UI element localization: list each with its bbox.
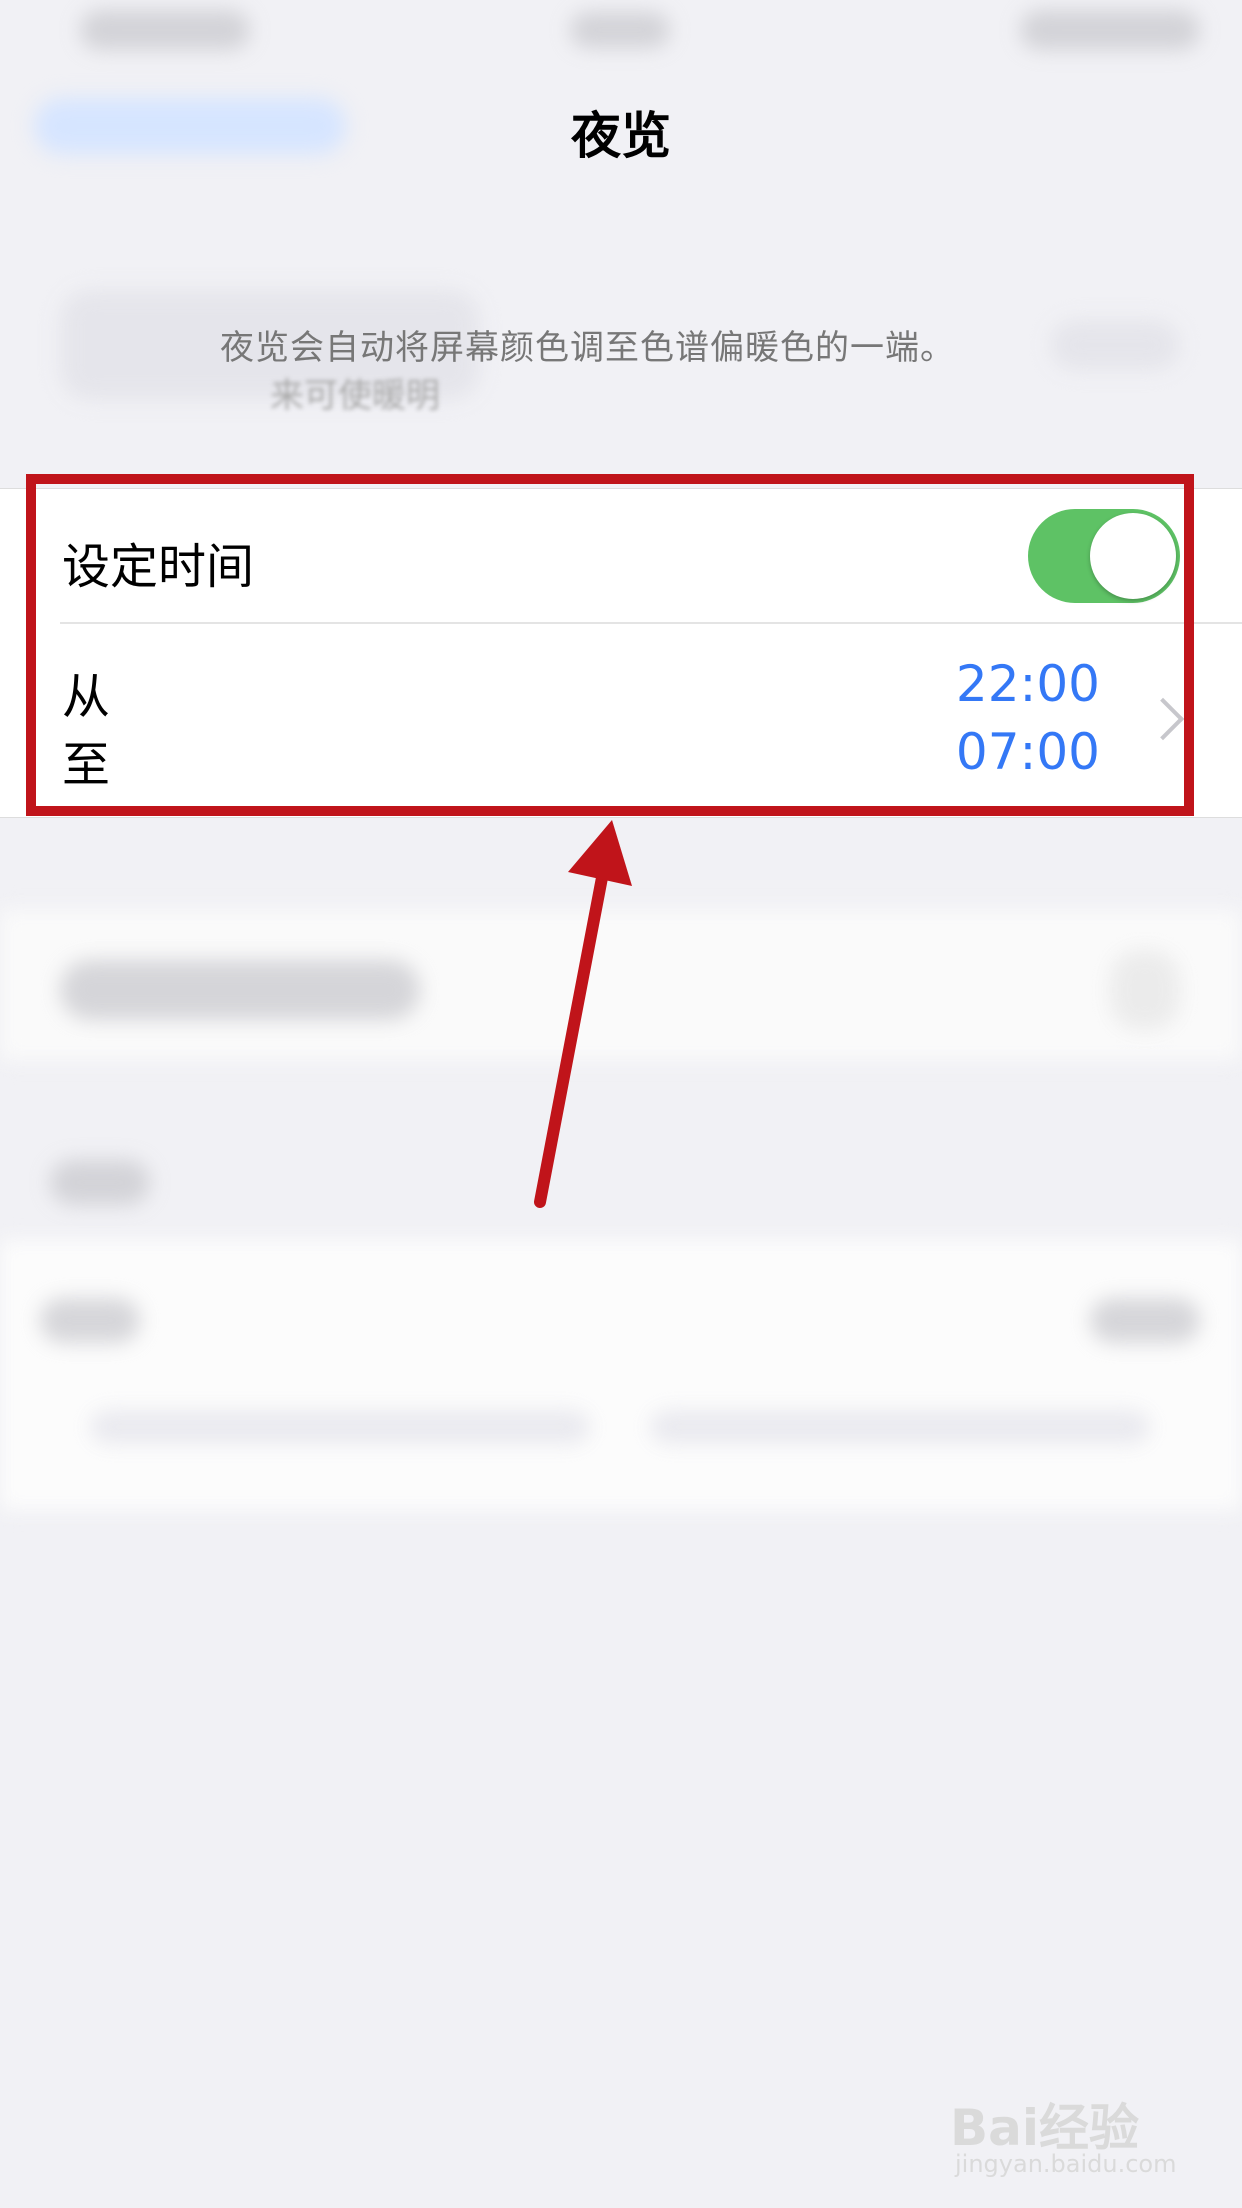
description-text: 夜览会自动将屏幕颜色调至色谱偏暖色的一端。 xyxy=(220,328,955,368)
blurred-row-2-value xyxy=(1090,1298,1200,1343)
blurred-section-header xyxy=(50,1160,150,1205)
page-title: 夜览 xyxy=(571,107,671,165)
status-right-blur xyxy=(1020,10,1200,50)
blurred-slider-left xyxy=(90,1410,590,1444)
status-center-blur xyxy=(570,12,670,48)
description-text-line2: 来可使暖明 xyxy=(270,376,440,416)
blurred-slider-right xyxy=(650,1410,1150,1444)
blurred-row-2 xyxy=(0,1240,1242,1510)
blurred-settings-value xyxy=(1050,320,1180,370)
blurred-row-1-label xyxy=(60,960,420,1020)
blurred-row-2-label xyxy=(40,1298,140,1343)
status-time-blur xyxy=(80,10,250,50)
highlight-box xyxy=(26,474,1194,816)
blurred-row-1-control xyxy=(1110,950,1180,1030)
watermark-url: jingyan.baidu.com xyxy=(955,2150,1177,2178)
